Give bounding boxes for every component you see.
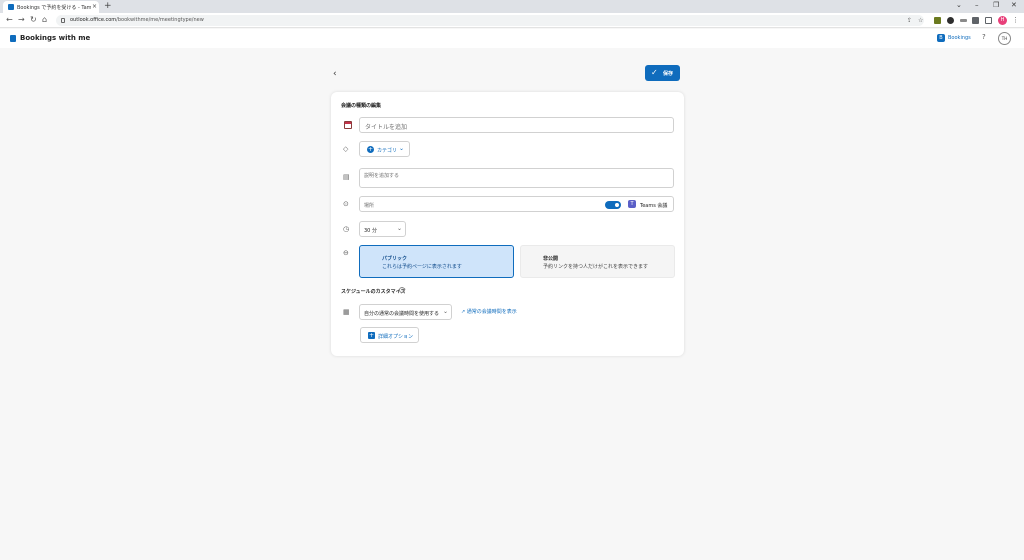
profile-avatar[interactable]: H bbox=[998, 16, 1007, 25]
browser-tab[interactable]: Bookings で予約を受ける - Tamura × bbox=[3, 1, 99, 13]
clock-icon: ◷ bbox=[343, 225, 350, 233]
duration-select[interactable]: 30 分 ⌄ bbox=[359, 221, 406, 237]
private-visibility-option[interactable]: 非公開 予約リンクを持つ人だけがこれを表示できます bbox=[520, 245, 675, 278]
back-arrow-icon[interactable]: ← bbox=[6, 15, 13, 25]
bookings-favicon-icon bbox=[8, 4, 14, 10]
public-description: これらは予約ページに表示されます bbox=[382, 264, 462, 270]
reload-icon[interactable]: ↻ bbox=[30, 15, 37, 25]
private-title: 非公開 bbox=[543, 256, 559, 262]
bookings-app-link[interactable]: Bookings bbox=[948, 35, 971, 41]
forward-arrow-icon[interactable]: → bbox=[18, 15, 25, 25]
lock-icon bbox=[61, 18, 65, 23]
meeting-type-form-card: 会議の種類の編集 タイトルを追加 ◇ + カテゴリ ⌄ ▤ 説明を追加する ⊙ … bbox=[331, 92, 684, 356]
share-icon[interactable]: ⇪ bbox=[907, 17, 912, 24]
chrome-menu-icon[interactable]: ⋮ bbox=[1012, 16, 1019, 24]
bookings-logo-icon bbox=[10, 35, 16, 42]
teams-meeting-toggle[interactable] bbox=[605, 201, 621, 209]
category-button[interactable]: + カテゴリ ⌄ bbox=[359, 141, 410, 157]
advanced-options-label: 詳細オプション bbox=[378, 334, 414, 340]
extension-icon[interactable] bbox=[947, 17, 954, 24]
address-bar[interactable]: outlook.office.com/bookwithme/me/meeting… bbox=[56, 15, 924, 26]
chevron-down-icon: ⌄ bbox=[397, 225, 403, 232]
back-button[interactable]: ‹ bbox=[333, 69, 337, 79]
teams-meeting-label: Teams 会議 bbox=[640, 203, 668, 209]
calendar-icon bbox=[344, 121, 352, 129]
bookings-app-icon[interactable]: B bbox=[937, 34, 945, 42]
tab-search-icon[interactable]: ⌄ bbox=[956, 1, 962, 10]
schedule-heading: スケジュールのカスタマイズ bbox=[341, 289, 406, 295]
home-icon[interactable]: ⌂ bbox=[42, 15, 47, 25]
location-pin-icon: ⊙ bbox=[343, 200, 349, 208]
add-icon: + bbox=[368, 332, 375, 339]
add-icon: + bbox=[367, 146, 374, 153]
user-avatar[interactable]: TH bbox=[998, 32, 1011, 45]
info-icon[interactable]: i bbox=[399, 287, 405, 293]
public-title: パブリック bbox=[382, 256, 408, 262]
minimize-button[interactable]: – bbox=[975, 1, 979, 10]
extension-icon[interactable] bbox=[960, 19, 967, 22]
view-meeting-hours-link[interactable]: ↗ 通常の会議時間を表示 bbox=[461, 308, 517, 315]
bookmark-star-icon[interactable]: ☆ bbox=[918, 17, 923, 24]
tab-title: Bookings で予約を受ける - Tamura bbox=[17, 5, 91, 11]
lock-icon: ⊖ bbox=[343, 249, 349, 257]
teams-icon: T bbox=[628, 200, 636, 208]
new-tab-button[interactable]: + bbox=[104, 1, 112, 11]
save-button[interactable]: ✓ 保存 bbox=[645, 65, 680, 81]
location-placeholder: 場所 bbox=[364, 203, 375, 209]
meeting-hours-select[interactable]: 自分の通常の会議時間を使用する ⌄ bbox=[359, 304, 452, 320]
checkmark-icon: ✓ bbox=[651, 68, 658, 77]
side-panel-icon[interactable] bbox=[985, 17, 992, 24]
extension-icon[interactable] bbox=[934, 17, 941, 24]
app-header: Bookings with me B Bookings ? TH bbox=[0, 29, 1024, 48]
tab-close-icon[interactable]: × bbox=[92, 3, 97, 10]
app-title: Bookings with me bbox=[20, 34, 91, 42]
browser-toolbar: ← → ↻ ⌂ outlook.office.com/bookwithme/me… bbox=[0, 13, 1024, 28]
meeting-hours-value: 自分の通常の会議時間を使用する bbox=[364, 311, 440, 317]
maximize-button[interactable]: ❐ bbox=[993, 1, 999, 10]
advanced-options-button[interactable]: + 詳細オプション bbox=[360, 327, 419, 343]
calendar-icon: ▦ bbox=[343, 308, 350, 316]
url-text: outlook.office.com/bookwithme/me/meeting… bbox=[70, 17, 204, 23]
description-input[interactable]: 説明を追加する bbox=[359, 168, 674, 188]
tag-icon: ◇ bbox=[343, 145, 349, 153]
duration-value: 30 分 bbox=[364, 228, 377, 234]
browser-tab-strip: Bookings で予約を受ける - Tamura × + ⌄ – ❐ ✕ bbox=[0, 0, 1024, 13]
help-icon[interactable]: ? bbox=[982, 33, 986, 41]
description-icon: ▤ bbox=[343, 173, 350, 181]
location-input[interactable]: 場所 T Teams 会議 bbox=[359, 196, 674, 212]
save-label: 保存 bbox=[663, 71, 674, 77]
private-description: 予約リンクを持つ人だけがこれを表示できます bbox=[543, 264, 649, 270]
chevron-down-icon: ⌄ bbox=[443, 308, 449, 315]
category-label: カテゴリ bbox=[377, 148, 398, 154]
extensions-puzzle-icon[interactable] bbox=[972, 17, 979, 24]
close-window-button[interactable]: ✕ bbox=[1011, 1, 1017, 10]
title-input[interactable]: タイトルを追加 bbox=[359, 117, 674, 133]
public-visibility-option[interactable]: パブリック これらは予約ページに表示されます bbox=[359, 245, 514, 278]
chevron-down-icon: ⌄ bbox=[399, 145, 405, 152]
form-heading: 会議の種類の編集 bbox=[341, 103, 382, 109]
